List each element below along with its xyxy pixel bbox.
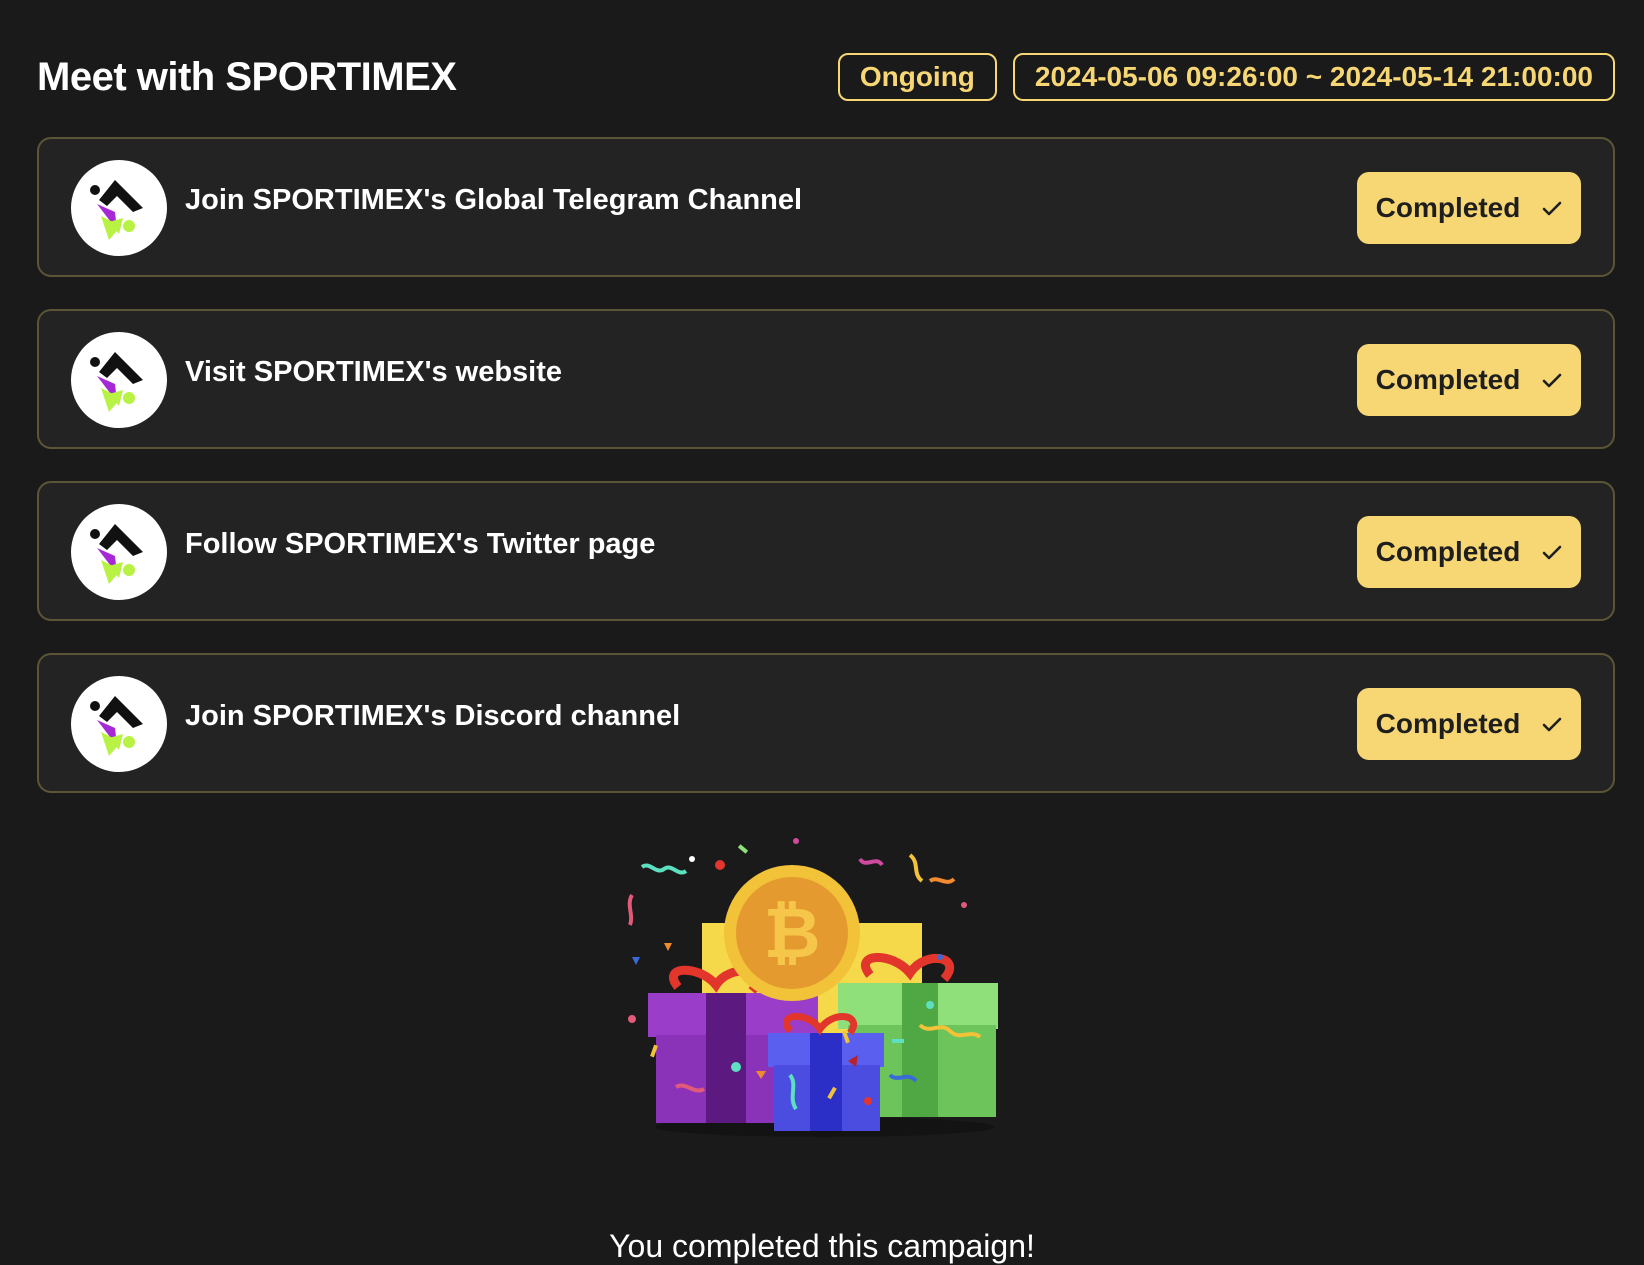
sportimex-logo-icon bbox=[71, 160, 167, 256]
check-icon bbox=[1542, 708, 1562, 740]
task-card: Join SPORTIMEX's Discord channel Complet… bbox=[37, 653, 1615, 793]
task-card: Join SPORTIMEX's Global Telegram Channel… bbox=[37, 137, 1615, 277]
check-icon bbox=[1542, 192, 1562, 224]
button-label: Completed bbox=[1375, 364, 1521, 395]
check-icon bbox=[1542, 536, 1562, 568]
date-range-badge: 2024-05-06 09:26:00 ~ 2024-05-14 21:00:0… bbox=[1012, 53, 1615, 101]
completed-button[interactable]: Completed bbox=[1357, 516, 1581, 588]
completed-button[interactable]: Completed bbox=[1357, 344, 1581, 416]
sportimex-logo-icon bbox=[71, 504, 167, 600]
sportimex-logo-icon bbox=[71, 332, 167, 428]
task-label: Visit SPORTIMEX's website bbox=[185, 356, 563, 388]
task-card: Visit SPORTIMEX's website Completed bbox=[37, 309, 1615, 449]
task-label: Join SPORTIMEX's Discord channel bbox=[185, 700, 681, 732]
task-label: Join SPORTIMEX's Global Telegram Channel bbox=[185, 184, 803, 216]
task-card: Follow SPORTIMEX's Twitter page Complete… bbox=[37, 481, 1615, 621]
completed-button[interactable]: Completed bbox=[1357, 172, 1581, 244]
task-label: Follow SPORTIMEX's Twitter page bbox=[185, 528, 656, 560]
button-label: Completed bbox=[1375, 192, 1521, 223]
campaign-header: Meet with SPORTIMEX Ongoing 2024-05-06 0… bbox=[37, 50, 1615, 104]
status-badge: Ongoing bbox=[837, 53, 997, 101]
button-label: Completed bbox=[1375, 708, 1521, 739]
check-icon bbox=[1542, 364, 1562, 396]
button-label: Completed bbox=[1375, 536, 1521, 567]
page-title: Meet with SPORTIMEX bbox=[37, 54, 457, 99]
svg-text:₿: ₿ bbox=[763, 892, 820, 974]
task-list: Join SPORTIMEX's Global Telegram Channel… bbox=[37, 137, 1615, 825]
sportimex-logo-icon bbox=[71, 676, 167, 772]
completion-message: You completed this campaign! bbox=[609, 1228, 1035, 1264]
gift-boxes-bitcoin-illustration: ₿ bbox=[620, 835, 1030, 1145]
completed-button[interactable]: Completed bbox=[1357, 688, 1581, 760]
